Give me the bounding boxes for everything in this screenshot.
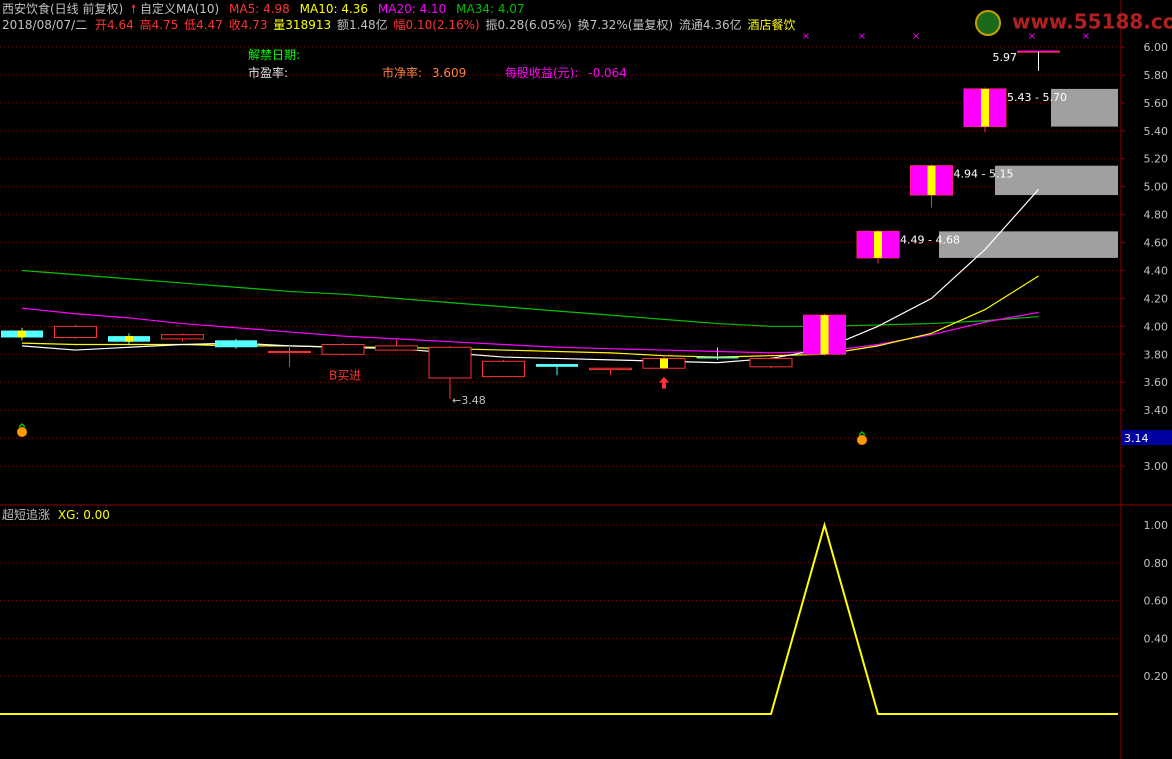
signal-marker xyxy=(660,358,668,369)
candle-body xyxy=(161,334,204,340)
price-tick-label: 4.60 xyxy=(1144,237,1169,250)
marker-x-icon: × xyxy=(912,31,920,42)
price-tick-label: 5.00 xyxy=(1144,181,1169,194)
low-mark-label: ←3.48 xyxy=(452,394,486,407)
eps-label: 每股收益(元): xyxy=(505,66,579,80)
fruit-icon xyxy=(857,435,867,445)
price-tick-label: 4.20 xyxy=(1144,292,1169,305)
lift-ban-date: 解禁日期: xyxy=(248,48,301,62)
candle-body xyxy=(268,350,311,353)
header-row-2: 2018/08/07/二 开4.64 高4.75 低4.47 收4.73 量31… xyxy=(2,18,796,32)
candle-body xyxy=(589,367,632,371)
signal-core xyxy=(927,165,936,196)
price-tick-label: 5.60 xyxy=(1144,97,1169,110)
date-label: 2018/08/07/二 xyxy=(2,18,88,32)
xg-indicator-line xyxy=(0,521,1118,715)
ma10-label: MA10: 4.36 xyxy=(299,2,369,16)
ma20-line xyxy=(21,307,1039,354)
stock-title[interactable]: 西安饮食(日线 前复权) xyxy=(2,2,123,16)
current-price-label: 3.14 xyxy=(1124,432,1149,445)
price-tick-label: 5.40 xyxy=(1144,125,1169,138)
pb-value: 3.609 xyxy=(431,66,467,80)
volume-label: 量318913 xyxy=(273,18,332,32)
indicator-tick-label: 0.20 xyxy=(1144,670,1169,683)
float-label: 流通4.36亿 xyxy=(678,18,742,32)
candle-body xyxy=(215,340,257,348)
candle-body xyxy=(375,345,418,351)
pe-ratio: 市盈率: xyxy=(248,66,289,80)
up-arrow-icon: 🠕 xyxy=(131,2,137,16)
stock-chart-window: 6.00 5.80 5.60 5.40 5.20 5.00 4.80 4.60 4.40 4.20… xyxy=(0,0,1172,759)
amount-label: 额1.48亿 xyxy=(336,18,388,32)
price-tick-label: 3.00 xyxy=(1144,460,1169,473)
header-row-1: 西安饮食(日线 前复权) 🠕 自定义MA(10) MA5: 4.98 MA10:… xyxy=(2,2,525,16)
pb-label: 市净率: xyxy=(382,66,423,80)
indicator-tick-label: 1.00 xyxy=(1144,519,1169,532)
indicator-name[interactable]: 自定义MA(10) xyxy=(140,2,219,16)
watermark-text: www.55188.com xyxy=(1011,9,1172,34)
candle-body xyxy=(428,346,472,379)
signal-core xyxy=(981,88,989,127)
indicator-tick-label: 0.40 xyxy=(1144,632,1169,645)
close-label: 收4.73 xyxy=(228,18,268,32)
amplitude-label: 振0.28(6.05%) xyxy=(485,18,572,32)
eps: 每股收益(元): -0.064 xyxy=(505,66,627,80)
price-tick-label: 5.20 xyxy=(1144,153,1169,166)
signal-core xyxy=(820,315,829,355)
marker-x-icon: × xyxy=(802,31,810,42)
turnover-label: 换7.32%(量复权) xyxy=(577,18,674,32)
indicator-label[interactable]: 超短追涨 xyxy=(2,508,50,522)
signal-marker xyxy=(125,336,133,342)
fruit-icon xyxy=(17,427,27,437)
candle-body xyxy=(696,357,739,359)
pb-ratio: 市净率: 3.609 xyxy=(382,66,466,80)
change-label: 幅0.10(2.16%) xyxy=(393,18,480,32)
candle-body xyxy=(54,325,97,339)
candle-body xyxy=(536,364,578,367)
marker-x-icon: × xyxy=(858,31,866,42)
range-label: 4.49 - 4.68 xyxy=(900,233,960,246)
chart-canvas[interactable]: 6.00 5.80 5.60 5.40 5.20 5.00 4.80 4.60 4.40 4.20… xyxy=(0,0,1172,759)
watermark-logo: www.55188.com xyxy=(975,10,1172,36)
price-tick-label: 5.80 xyxy=(1144,69,1169,82)
price-tick-label: 4.00 xyxy=(1144,320,1169,333)
range-label: 5.43 - 5.70 xyxy=(1007,91,1067,104)
industry-label[interactable]: 酒店餐饮 xyxy=(747,18,795,32)
high-mark-label: 5.97 xyxy=(993,51,1018,64)
buy-signal-label: B买进 xyxy=(329,368,361,382)
logo-icon xyxy=(975,10,1001,36)
candle-body xyxy=(482,360,525,378)
high-label: 高4.75 xyxy=(139,18,179,32)
indicator-tick-label: 0.60 xyxy=(1144,595,1169,608)
signal-marker xyxy=(18,330,26,338)
eps-value: -0.064 xyxy=(588,66,627,80)
ma34-label: MA34: 4.07 xyxy=(456,2,525,16)
low-label: 低4.47 xyxy=(184,18,223,32)
candle-body xyxy=(749,357,793,368)
price-tick-label: 4.40 xyxy=(1144,264,1169,277)
fruit-leaf-icon xyxy=(858,430,866,436)
price-tick-label: 3.40 xyxy=(1144,404,1169,417)
indicator-header: 超短追涨 XG: 0.00 xyxy=(2,508,110,522)
price-tick-label: 3.60 xyxy=(1144,376,1169,389)
price-tick-label: 3.80 xyxy=(1144,348,1169,361)
fruit-leaf-icon xyxy=(18,422,26,428)
price-tick-label: 6.00 xyxy=(1144,41,1169,54)
target-gray-box xyxy=(939,231,1118,258)
price-tick-label: 4.80 xyxy=(1144,209,1169,222)
indicator-tick-label: 0.80 xyxy=(1144,557,1169,570)
candle-body xyxy=(321,343,365,355)
buy-arrow-icon xyxy=(659,376,669,389)
range-label: 4.94 - 5.15 xyxy=(954,168,1014,181)
ma5-label: MA5: 4.98 xyxy=(229,2,290,16)
xg-value-label: XG: 0.00 xyxy=(57,508,110,522)
ma34-line xyxy=(21,269,1039,327)
open-label: 开4.64 xyxy=(95,18,134,32)
ma20-label: MA20: 4.10 xyxy=(377,2,447,16)
signal-core xyxy=(874,231,882,258)
